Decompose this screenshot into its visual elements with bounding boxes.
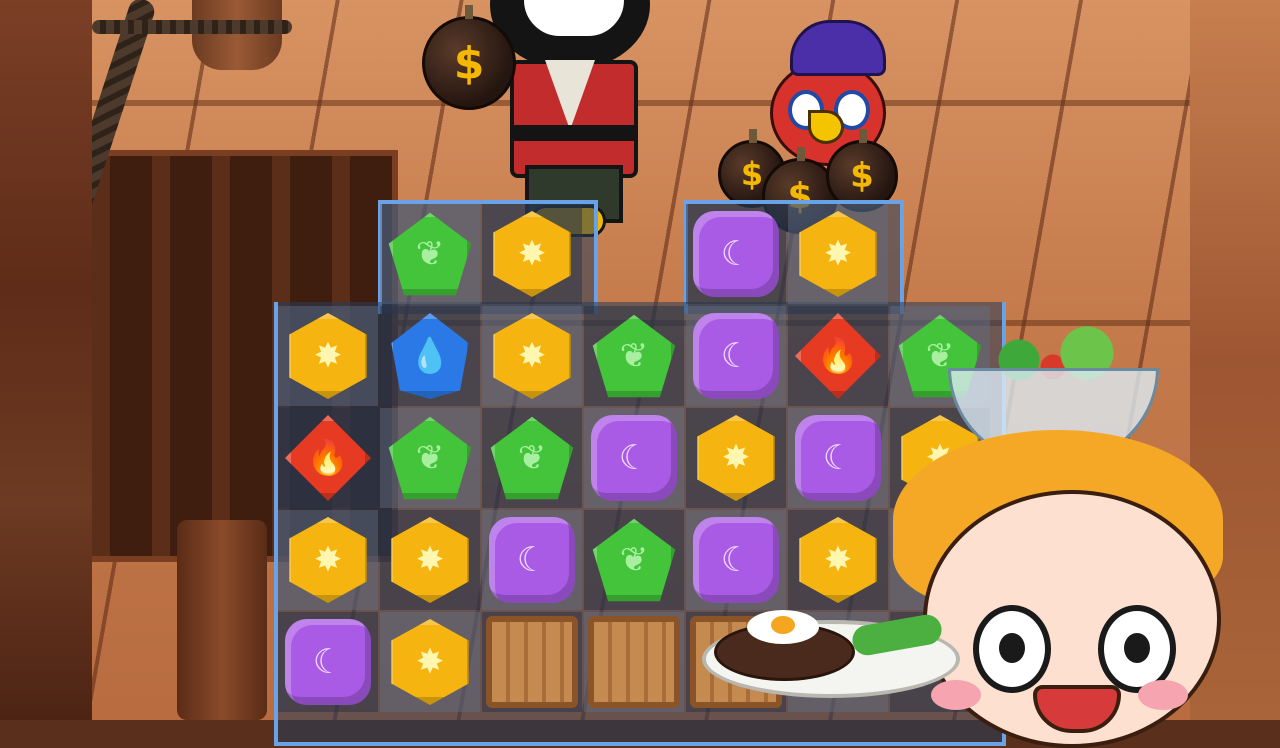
rope <box>92 20 292 34</box>
crate-blocker <box>588 616 680 708</box>
bomb-symbol: $ <box>740 155 764 193</box>
barrel <box>192 0 282 70</box>
moon-gem[interactable]: ☾ <box>693 517 779 603</box>
moon-gem[interactable]: ☾ <box>693 211 779 297</box>
bomb-symbol: $ <box>453 37 485 89</box>
bomb-icon: $ <box>422 5 516 110</box>
left-blur-border <box>0 0 92 720</box>
moon-gem[interactable]: ☾ <box>285 619 371 705</box>
crate-blocker <box>486 616 578 708</box>
moon-gem[interactable]: ☾ <box>693 313 779 399</box>
parrot-hat <box>790 20 886 76</box>
bomb-symbol: $ <box>850 156 874 196</box>
chef-eye <box>973 605 1051 693</box>
moon-gem[interactable]: ☾ <box>591 415 677 501</box>
chef-blush <box>1138 680 1188 710</box>
moon-gem[interactable]: ☾ <box>795 415 881 501</box>
parrot-beak <box>808 110 844 144</box>
wooden-post <box>177 520 267 720</box>
moon-gem[interactable]: ☾ <box>489 517 575 603</box>
pirate-belt <box>510 125 638 141</box>
fried-egg <box>747 610 819 644</box>
steak-plate <box>702 605 960 698</box>
